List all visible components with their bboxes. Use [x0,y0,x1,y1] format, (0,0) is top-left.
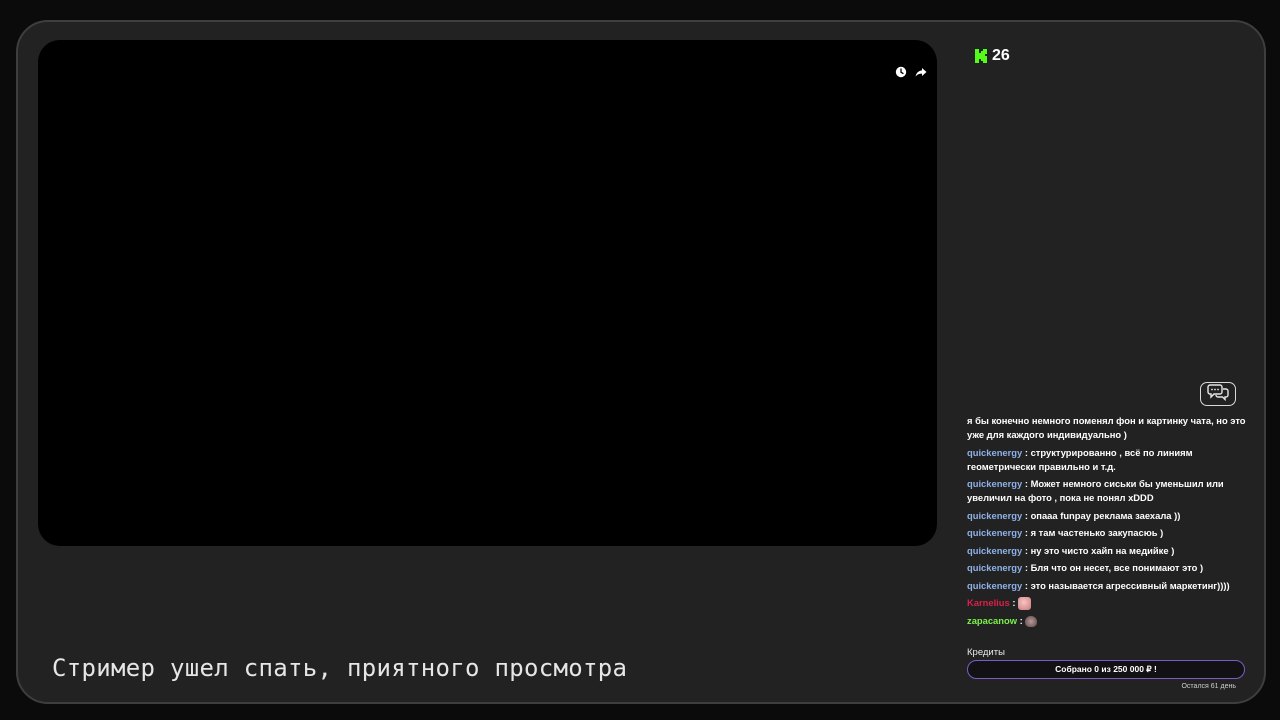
chat-message-text: : опааа funpay реклама заехала )) [1022,509,1181,521]
chat-message-text: : ну это чисто хайп на медийке ) [1022,544,1175,556]
chat-message: Karnelius : [967,596,1249,611]
chat-message: zapacanow : [967,614,1249,628]
chat-username[interactable]: zapacanow [967,615,1017,626]
chat-message-text: я бы конечно немного поменял фон и карти… [967,415,1246,440]
chat-username[interactable]: quickenergy [967,580,1022,591]
offline-message: Стример ушел спать, приятного просмотра [52,654,628,682]
credits-progress-text: Собрано 0 из 250 000 ₽ ! [1055,664,1157,674]
chat-message: quickenergy : это называется агрессивный… [967,579,1249,593]
chat-toggle-button[interactable] [1200,382,1236,406]
chat-bubbles-icon [1207,383,1229,406]
chat-message-text: : это называется агрессивный маркетинг))… [1022,579,1230,591]
chat-message: quickenergy : Бля что он несет, все пони… [967,561,1249,575]
share-icon[interactable] [915,66,927,78]
chat-message-text: : [1017,614,1026,626]
stream-frame: Стример ушел спать, приятного просмотра … [16,20,1266,704]
video-controls [895,66,927,78]
viewer-count: 26 [975,47,1010,65]
hand-emote-icon [1025,615,1038,627]
chat-message-text: : Бля что он несет, все понимают это ) [1022,562,1204,573]
viewer-count-value: 26 [992,47,1010,64]
chat-username[interactable]: quickenergy [967,527,1022,538]
chat-log: я бы конечно немного поменял фон и карти… [967,414,1249,631]
kick-logo-icon [975,49,988,63]
clock-icon[interactable] [895,66,907,78]
days-left: Остался 61 день [1181,683,1236,690]
chat-username[interactable]: quickenergy [967,545,1022,556]
chat-message: я бы конечно немного поменял фон и карти… [967,414,1249,442]
video-player[interactable] [38,40,937,546]
chat-message: quickenergy : я там частенько закупасюь … [967,526,1249,540]
chat-username[interactable]: quickenergy [967,478,1022,489]
chat-username[interactable]: quickenergy [967,562,1022,573]
chat-message: quickenergy : Может немного сиськи бы ум… [967,477,1249,505]
chat-username[interactable]: quickenergy [967,510,1022,521]
sidebar: 26 я бы конечно немного поменял фон и ка… [962,22,1252,702]
credits-progress-bar: Собрано 0 из 250 000 ₽ ! [967,660,1245,679]
chat-message-text: : я там частенько закупасюь ) [1022,527,1164,538]
chat-username[interactable]: Karnelius [967,597,1010,608]
chat-message: quickenergy : ну это чисто хайп на медий… [967,544,1249,558]
pink-emote-icon [1018,597,1032,611]
chat-username[interactable]: quickenergy [967,447,1022,458]
chat-message-text: : [1009,597,1019,608]
chat-message: quickenergy : опааа funpay реклама заеха… [967,509,1249,523]
credits-label: Кредиты [967,647,1005,658]
chat-message: quickenergy : структурированно , всё по … [967,446,1249,474]
